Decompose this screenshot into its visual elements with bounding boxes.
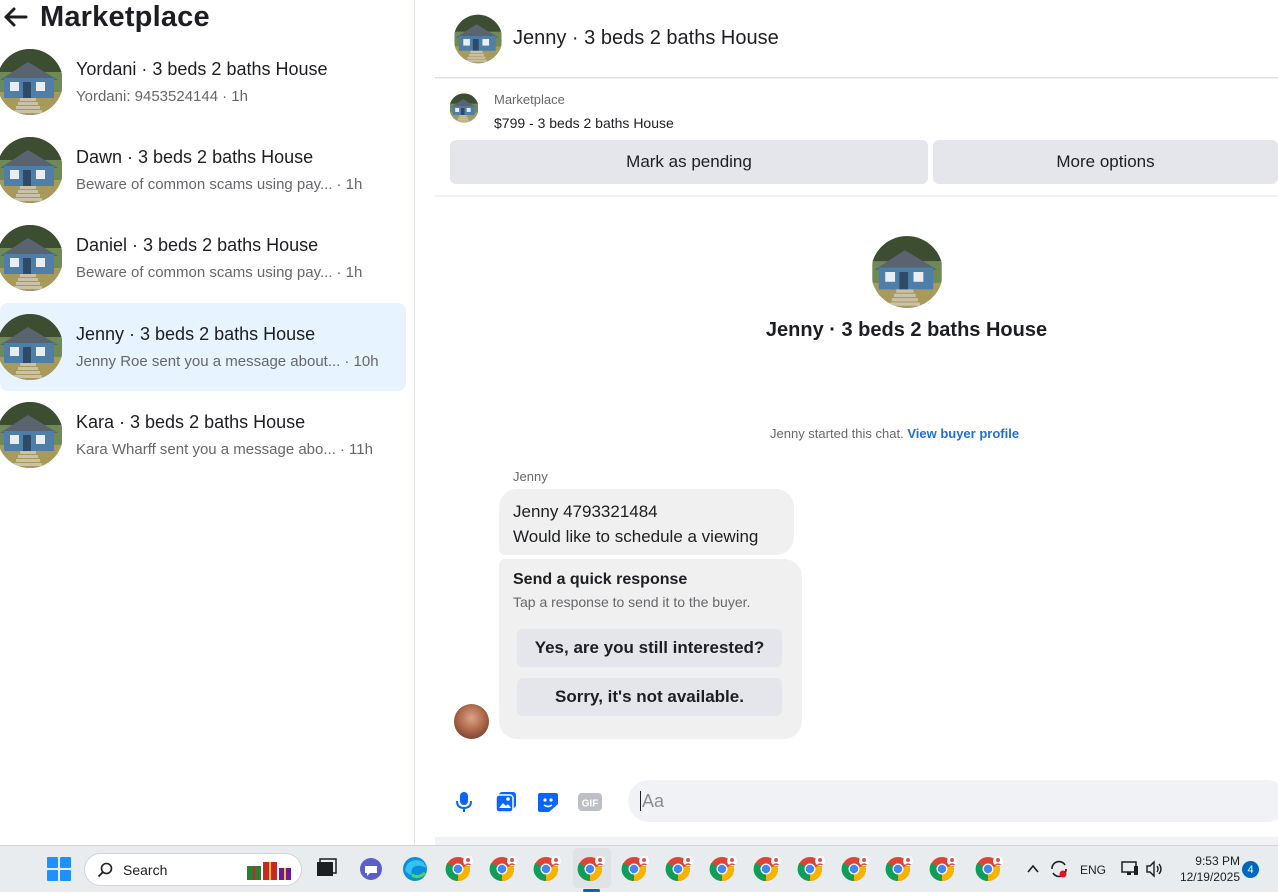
chrome-profile-icon[interactable]	[489, 854, 519, 884]
microphone-icon[interactable]	[451, 789, 477, 815]
chat-panel: Jenny · 3 beds 2 baths House Marketplace…	[435, 0, 1278, 845]
text-caret	[640, 791, 641, 811]
sync-icon[interactable]	[1048, 858, 1070, 880]
message-input-placeholder: Aa	[642, 790, 665, 811]
more-options-button[interactable]: More options	[933, 140, 1278, 184]
sticker-icon[interactable]	[535, 789, 561, 815]
chrome-profile-icon[interactable]	[975, 854, 1005, 884]
chrome-profile-icon[interactable]	[621, 854, 651, 884]
chat-started-note: Jenny started this chat. View buyer prof…	[770, 426, 1019, 441]
conversation-time: · 1h	[336, 264, 363, 281]
quick-reply-not-available[interactable]: Sorry, it's not available.	[517, 678, 782, 716]
listing-label: Marketplace	[494, 92, 565, 107]
conversation-item-jenny[interactable]: Jenny · 3 beds 2 baths House Jenny Roe s…	[0, 303, 406, 391]
search-icon	[97, 862, 113, 877]
chrome-profile-icon[interactable]	[885, 854, 915, 884]
chrome-profile-icon[interactable]	[709, 854, 739, 884]
message-thread: Jenny · 3 beds 2 baths House Jenny start…	[435, 197, 1278, 837]
chrome-profile-icon[interactable]	[445, 854, 475, 884]
chrome-profile-icon[interactable]	[841, 854, 871, 884]
message-composer: GIF Aa	[435, 777, 1278, 827]
listing-avatar	[0, 313, 62, 381]
quick-response-subtitle: Tap a response to send it to the buyer.	[513, 594, 751, 610]
listing-avatar	[0, 224, 62, 292]
language-indicator[interactable]: ENG	[1080, 846, 1106, 892]
conversation-item-dawn[interactable]: Dawn · 3 beds 2 baths House Beware of co…	[0, 126, 406, 214]
listing-bar: Marketplace $799 - 3 beds 2 baths House …	[435, 79, 1278, 195]
conversation-snippet: Beware of common scams using pay...	[76, 264, 333, 281]
conversation-item-daniel[interactable]: Daniel · 3 beds 2 baths House Beware of …	[0, 214, 406, 302]
back-arrow-icon[interactable]	[0, 2, 30, 32]
chrome-profile-icon[interactable]	[533, 854, 563, 884]
gif-icon[interactable]: GIF	[577, 789, 603, 815]
listing-avatar	[0, 48, 62, 116]
taskbar: Search ENG 9:53 PM 12/19/2025 4	[0, 845, 1278, 892]
message-input[interactable]: Aa	[628, 780, 1278, 822]
listing-avatar	[0, 401, 62, 469]
message-line: Would like to schedule a viewing	[513, 527, 759, 546]
photo-icon[interactable]	[493, 789, 519, 815]
conversation-title: Yordani · 3 beds 2 baths House	[76, 59, 328, 79]
listing-avatar[interactable]	[453, 14, 503, 64]
thread-title: Jenny · 3 beds 2 baths House	[765, 319, 1048, 341]
conversation-title: Jenny · 3 beds 2 baths House	[76, 324, 316, 344]
notification-badge[interactable]: 4	[1242, 861, 1259, 878]
chevron-up-icon[interactable]	[1026, 862, 1040, 876]
task-view-icon[interactable]	[311, 854, 341, 884]
conversation-title: Daniel · 3 beds 2 baths House	[76, 235, 319, 255]
view-buyer-profile-link[interactable]: View buyer profile	[907, 426, 1019, 441]
quick-response-title: Send a quick response	[513, 571, 688, 588]
conversation-time: · 10h	[344, 353, 379, 370]
conversation-time: · 11h	[339, 441, 373, 458]
listing-avatar	[0, 136, 62, 204]
message-line: Jenny 4793321484	[513, 502, 658, 521]
chat-header: Jenny · 3 beds 2 baths House	[435, 0, 1278, 78]
conversation-item-kara[interactable]: Kara · 3 beds 2 baths House Kara Wharff …	[0, 391, 406, 479]
conversation-title: Kara · 3 beds 2 baths House	[76, 412, 306, 432]
conversation-snippet: Yordani: 9453524144	[76, 88, 219, 105]
conversation-title: Dawn · 3 beds 2 baths House	[76, 147, 314, 167]
volume-icon[interactable]	[1144, 859, 1164, 879]
chrome-profile-icon[interactable]	[753, 854, 783, 884]
conversation-snippet: Beware of common scams using pay...	[76, 176, 333, 193]
left-header: Marketplace	[0, 0, 210, 34]
message-bubble: Jenny 4793321484 Would like to schedule …	[499, 489, 794, 555]
listing-avatar-large[interactable]	[870, 235, 944, 309]
conversation-time: · 1h	[336, 176, 363, 193]
mark-pending-button[interactable]: Mark as pending	[450, 140, 928, 184]
chrome-profile-icon[interactable]	[929, 854, 959, 884]
system-clock[interactable]: 9:53 PM 12/19/2025	[1172, 853, 1240, 885]
listing-thumbnail[interactable]	[449, 93, 479, 123]
conversation-list-panel: Marketplace Yordani · 3 beds 2 baths Hou…	[0, 0, 415, 845]
page-title: Marketplace	[40, 0, 210, 33]
started-text: Jenny started this chat.	[770, 426, 904, 441]
network-icon[interactable]	[1120, 859, 1140, 879]
quick-reply-interested[interactable]: Yes, are you still interested?	[517, 629, 782, 667]
conversation-time: · 1h	[222, 88, 248, 105]
chat-title[interactable]: Jenny · 3 beds 2 baths House	[513, 27, 779, 50]
chrome-profile-icon[interactable]	[577, 854, 607, 884]
search-placeholder: Search	[123, 861, 168, 878]
taskbar-search[interactable]: Search	[84, 853, 302, 886]
edge-icon[interactable]	[400, 854, 430, 884]
svg-text:GIF: GIF	[582, 799, 599, 810]
clock-time: 9:53 PM	[1195, 854, 1240, 868]
clock-date: 12/19/2025	[1179, 870, 1240, 884]
conversation-item-yordani[interactable]: Yordani · 3 beds 2 baths House Yordani: …	[0, 38, 406, 126]
chrome-profile-icon[interactable]	[665, 854, 695, 884]
gifts-icon	[247, 861, 291, 880]
buyer-avatar[interactable]	[454, 704, 489, 739]
quick-response-card: Send a quick response Tap a response to …	[499, 559, 802, 739]
listing-title[interactable]: $799 - 3 beds 2 baths House	[494, 115, 674, 131]
sender-name: Jenny	[513, 469, 548, 484]
teams-chat-icon[interactable]	[356, 854, 386, 884]
conversation-snippet: Jenny Roe sent you a message about...	[76, 353, 341, 370]
chrome-profile-icon[interactable]	[797, 854, 827, 884]
conversation-snippet: Kara Wharff sent you a message abo...	[76, 441, 336, 458]
windows-start-icon[interactable]	[47, 857, 71, 881]
